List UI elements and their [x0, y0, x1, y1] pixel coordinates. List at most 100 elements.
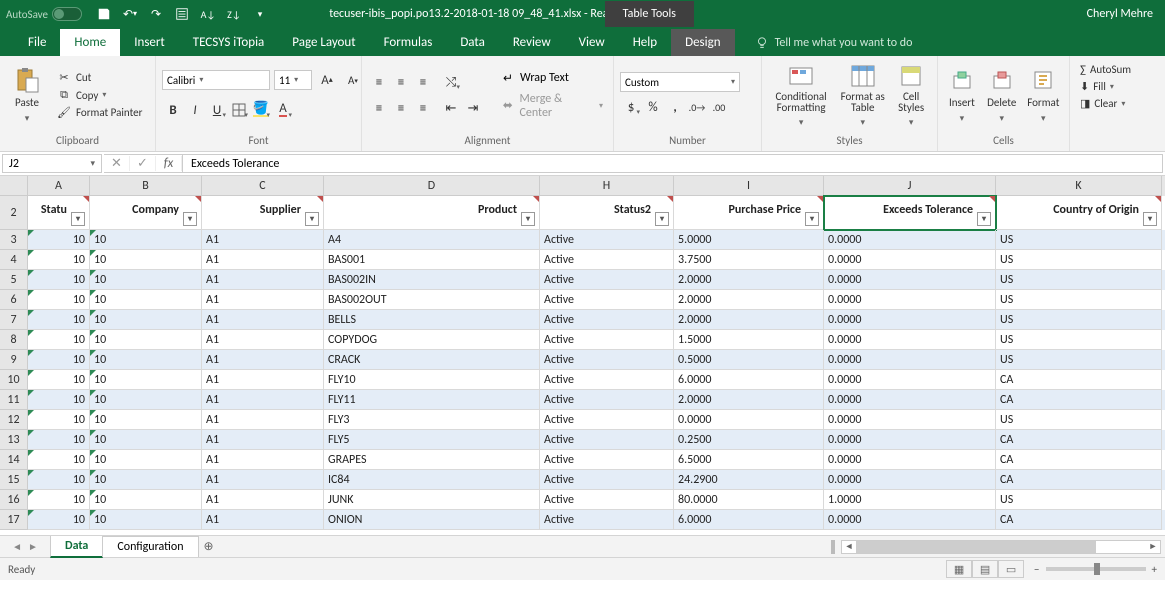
cell[interactable]: 0.5000 [674, 350, 824, 370]
cell[interactable]: GRAPES [324, 450, 540, 470]
tab-insert[interactable]: Insert [120, 29, 179, 56]
cell[interactable]: 10 [90, 230, 202, 250]
cell[interactable]: 10 [90, 510, 202, 530]
tab-itopia[interactable]: TECSYS iTopia [179, 29, 279, 56]
cell[interactable]: Active [540, 290, 674, 310]
cell[interactable]: 10 [90, 450, 202, 470]
column-header[interactable]: I [674, 176, 824, 196]
cell[interactable]: 10 [90, 350, 202, 370]
column-header[interactable]: C [202, 176, 324, 196]
cell[interactable]: 10 [28, 490, 90, 510]
cell[interactable]: Active [540, 310, 674, 330]
cell[interactable]: BELLS [324, 310, 540, 330]
cell[interactable]: A1 [202, 490, 324, 510]
cell[interactable]: Active [540, 470, 674, 490]
cell[interactable]: 5.0000 [674, 230, 824, 250]
cell[interactable]: 3.7500 [674, 250, 824, 270]
cell[interactable]: 0.0000 [824, 370, 996, 390]
column-header[interactable]: B [90, 176, 202, 196]
zoom-out-icon[interactable]: − [1034, 563, 1039, 576]
cell[interactable]: 10 [90, 490, 202, 510]
column-header[interactable]: K [996, 176, 1162, 196]
tab-formulas[interactable]: Formulas [370, 29, 447, 56]
fx-icon[interactable]: fx [156, 156, 182, 171]
sheet-nav-arrows[interactable]: ◄► [0, 540, 50, 553]
cell[interactable]: 10 [28, 470, 90, 490]
cell[interactable]: A1 [202, 450, 324, 470]
cell[interactable]: 10 [90, 470, 202, 490]
cell[interactable]: US [996, 250, 1162, 270]
filter-dropdown-icon[interactable]: ▾ [977, 212, 991, 226]
cell[interactable]: Active [540, 430, 674, 450]
cell[interactable]: CA [996, 370, 1162, 390]
cell[interactable]: CA [996, 510, 1162, 530]
cell[interactable]: Active [540, 330, 674, 350]
cell[interactable]: 10 [90, 250, 202, 270]
increase-decimal-button[interactable]: .0→ [686, 96, 708, 118]
cell[interactable]: 80.0000 [674, 490, 824, 510]
qat-sort-icon[interactable] [170, 3, 194, 25]
cell[interactable]: CRACK [324, 350, 540, 370]
filter-dropdown-icon[interactable]: ▾ [805, 212, 819, 226]
row-header[interactable]: 5 [0, 270, 28, 290]
new-sheet-button[interactable]: ⊕ [198, 539, 220, 554]
tab-review[interactable]: Review [499, 29, 565, 56]
cell[interactable]: 0.0000 [824, 390, 996, 410]
tab-help[interactable]: Help [619, 29, 671, 56]
cell[interactable]: IC84 [324, 470, 540, 490]
column-header[interactable]: J [824, 176, 996, 196]
borders-button[interactable]: ▾ [228, 99, 250, 121]
tab-page-layout[interactable]: Page Layout [278, 29, 369, 56]
cell[interactable]: 6.0000 [674, 370, 824, 390]
cell[interactable]: 10 [90, 270, 202, 290]
font-size-combo[interactable]: 11▾ [274, 70, 312, 90]
grow-font-button[interactable]: A▴ [316, 69, 338, 91]
decrease-decimal-button[interactable]: .00 [708, 96, 730, 118]
align-middle-button[interactable]: ≡ [390, 71, 412, 93]
tab-design[interactable]: Design [671, 29, 734, 56]
cell[interactable]: US [996, 410, 1162, 430]
cell[interactable]: US [996, 230, 1162, 250]
cell[interactable]: 10 [28, 410, 90, 430]
cell[interactable]: A1 [202, 410, 324, 430]
page-break-view-button[interactable]: ▭ [998, 560, 1024, 578]
qat-more-icon[interactable]: ▾ [248, 3, 272, 25]
cell[interactable]: 6.5000 [674, 450, 824, 470]
filter-dropdown-icon[interactable]: ▾ [1143, 212, 1157, 226]
row-header[interactable]: 15 [0, 470, 28, 490]
cancel-formula-button[interactable]: ✕ [104, 156, 130, 171]
cell[interactable]: US [996, 350, 1162, 370]
cell[interactable]: 0.0000 [824, 350, 996, 370]
table-header-cell[interactable]: Status2▾ [540, 196, 674, 230]
row-header[interactable]: 2 [0, 196, 28, 230]
cell[interactable]: 2.0000 [674, 390, 824, 410]
cell[interactable]: 2.0000 [674, 310, 824, 330]
filter-dropdown-icon[interactable]: ▾ [183, 212, 197, 226]
cell[interactable]: 0.0000 [824, 450, 996, 470]
cell[interactable]: 10 [90, 370, 202, 390]
cell[interactable]: 0.0000 [824, 430, 996, 450]
format-painter-button[interactable]: 🖌Format Painter [52, 105, 146, 120]
cell[interactable]: Active [540, 270, 674, 290]
cell[interactable]: 10 [28, 310, 90, 330]
decrease-indent-button[interactable]: ⇤ [440, 97, 462, 119]
row-header[interactable]: 9 [0, 350, 28, 370]
tab-home[interactable]: Home [60, 29, 120, 56]
cell[interactable]: 10 [28, 390, 90, 410]
cell[interactable]: US [996, 270, 1162, 290]
cell[interactable]: A4 [324, 230, 540, 250]
scroll-split-icon[interactable] [831, 540, 835, 554]
account-name[interactable]: Cheryl Mehre [1087, 7, 1153, 21]
underline-button[interactable]: U▾ [206, 99, 228, 121]
zoom-slider[interactable] [1046, 567, 1146, 571]
row-header[interactable]: 8 [0, 330, 28, 350]
cell[interactable]: 10 [28, 230, 90, 250]
orientation-button[interactable]: ⤭▾ [440, 71, 462, 93]
clear-button[interactable]: ◨Clear▾ [1076, 96, 1159, 111]
cell[interactable]: JUNK [324, 490, 540, 510]
shrink-font-button[interactable]: A▾ [342, 69, 364, 91]
cell[interactable]: 10 [28, 510, 90, 530]
cell[interactable]: 6.0000 [674, 510, 824, 530]
page-layout-view-button[interactable]: ▤ [972, 560, 998, 578]
copy-button[interactable]: ⧉Copy ▾ [52, 87, 146, 103]
